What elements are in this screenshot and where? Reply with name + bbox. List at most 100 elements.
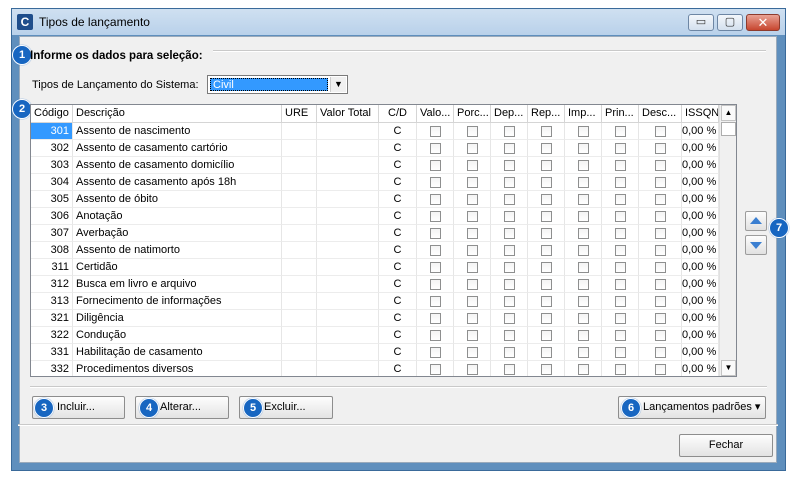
cell-prin[interactable] bbox=[602, 310, 639, 327]
checkbox[interactable] bbox=[504, 126, 515, 137]
checkbox[interactable] bbox=[655, 126, 666, 137]
table-row[interactable]: 306 Anotação C 0,00 % bbox=[31, 208, 719, 225]
checkbox[interactable] bbox=[467, 364, 478, 375]
cell-prin[interactable] bbox=[602, 191, 639, 208]
table-row[interactable]: 311 Certidão C 0,00 % bbox=[31, 259, 719, 276]
cell-porc[interactable] bbox=[454, 157, 491, 174]
title-bar[interactable]: C Tipos de lançamento ▭ ▢ ✕ bbox=[12, 9, 785, 35]
cell-rep[interactable] bbox=[528, 293, 565, 310]
table-row[interactable]: 301 Assento de nascimento C 0,00 % bbox=[31, 123, 719, 140]
cell-issqn[interactable]: 0,00 % bbox=[682, 344, 719, 361]
cell-valor-total[interactable] bbox=[317, 208, 379, 225]
checkbox[interactable] bbox=[541, 228, 552, 239]
checkbox[interactable] bbox=[578, 126, 589, 137]
checkbox[interactable] bbox=[504, 245, 515, 256]
cell-prin[interactable] bbox=[602, 293, 639, 310]
cell-cd[interactable]: C bbox=[379, 225, 417, 242]
cell-dep[interactable] bbox=[491, 225, 528, 242]
checkbox[interactable] bbox=[467, 313, 478, 324]
cell-rep[interactable] bbox=[528, 361, 565, 376]
cell-dep[interactable] bbox=[491, 361, 528, 376]
cell-desc[interactable] bbox=[639, 123, 682, 140]
table-row[interactable]: 312 Busca em livro e arquivo C 0,00 % bbox=[31, 276, 719, 293]
checkbox[interactable] bbox=[655, 228, 666, 239]
cell-dep[interactable] bbox=[491, 276, 528, 293]
cell-codigo[interactable]: 308 bbox=[31, 242, 73, 259]
cell-rep[interactable] bbox=[528, 310, 565, 327]
cell-imp[interactable] bbox=[565, 123, 602, 140]
checkbox[interactable] bbox=[467, 347, 478, 358]
checkbox[interactable] bbox=[541, 126, 552, 137]
cell-ure[interactable] bbox=[282, 191, 317, 208]
checkbox[interactable] bbox=[467, 177, 478, 188]
cell-codigo[interactable]: 305 bbox=[31, 191, 73, 208]
checkbox[interactable] bbox=[430, 313, 441, 324]
checkbox[interactable] bbox=[655, 279, 666, 290]
cell-descricao[interactable]: Assento de casamento cartório bbox=[73, 140, 282, 157]
cell-prin[interactable] bbox=[602, 208, 639, 225]
cell-ure[interactable] bbox=[282, 157, 317, 174]
checkbox[interactable] bbox=[578, 364, 589, 375]
cell-rep[interactable] bbox=[528, 327, 565, 344]
close-button[interactable]: ✕ bbox=[746, 14, 780, 31]
checkbox[interactable] bbox=[504, 262, 515, 273]
checkbox[interactable] bbox=[430, 228, 441, 239]
checkbox[interactable] bbox=[655, 330, 666, 341]
cell-desc[interactable] bbox=[639, 276, 682, 293]
col-header-dep[interactable]: Dep... bbox=[491, 105, 528, 122]
checkbox[interactable] bbox=[615, 347, 626, 358]
checkbox[interactable] bbox=[430, 296, 441, 307]
cell-codigo[interactable]: 303 bbox=[31, 157, 73, 174]
cell-valo[interactable] bbox=[417, 242, 454, 259]
cell-descricao[interactable]: Condução bbox=[73, 327, 282, 344]
maximize-button[interactable]: ▢ bbox=[717, 14, 743, 31]
table-row[interactable]: 331 Habilitação de casamento C 0,00 % bbox=[31, 344, 719, 361]
checkbox[interactable] bbox=[467, 330, 478, 341]
cell-rep[interactable] bbox=[528, 242, 565, 259]
checkbox[interactable] bbox=[541, 177, 552, 188]
cell-issqn[interactable]: 0,00 % bbox=[682, 225, 719, 242]
cell-prin[interactable] bbox=[602, 344, 639, 361]
cell-desc[interactable] bbox=[639, 310, 682, 327]
cell-rep[interactable] bbox=[528, 225, 565, 242]
cell-descricao[interactable]: Anotação bbox=[73, 208, 282, 225]
cell-descricao[interactable]: Fornecimento de informações bbox=[73, 293, 282, 310]
cell-rep[interactable] bbox=[528, 344, 565, 361]
cell-codigo[interactable]: 307 bbox=[31, 225, 73, 242]
cell-valo[interactable] bbox=[417, 327, 454, 344]
cell-prin[interactable] bbox=[602, 242, 639, 259]
checkbox[interactable] bbox=[578, 330, 589, 341]
checkbox[interactable] bbox=[467, 262, 478, 273]
cell-codigo[interactable]: 322 bbox=[31, 327, 73, 344]
table-row[interactable]: 303 Assento de casamento domicílio C 0,00 % bbox=[31, 157, 719, 174]
checkbox[interactable] bbox=[541, 194, 552, 205]
checkbox[interactable] bbox=[615, 313, 626, 324]
cell-codigo[interactable]: 306 bbox=[31, 208, 73, 225]
cell-desc[interactable] bbox=[639, 225, 682, 242]
checkbox[interactable] bbox=[467, 211, 478, 222]
cell-valo[interactable] bbox=[417, 310, 454, 327]
checkbox[interactable] bbox=[655, 262, 666, 273]
cell-prin[interactable] bbox=[602, 259, 639, 276]
cell-descricao[interactable]: Busca em livro e arquivo bbox=[73, 276, 282, 293]
cell-descricao[interactable]: Assento de casamento após 18h bbox=[73, 174, 282, 191]
checkbox[interactable] bbox=[541, 211, 552, 222]
cell-codigo[interactable]: 302 bbox=[31, 140, 73, 157]
cell-dep[interactable] bbox=[491, 157, 528, 174]
checkbox[interactable] bbox=[504, 228, 515, 239]
checkbox[interactable] bbox=[504, 177, 515, 188]
system-types-select[interactable]: Civil ▼ bbox=[207, 75, 348, 94]
grid-vertical-scrollbar[interactable]: ▲ ▼ bbox=[719, 105, 736, 376]
checkbox[interactable] bbox=[615, 296, 626, 307]
cell-descricao[interactable]: Assento de casamento domicílio bbox=[73, 157, 282, 174]
cell-porc[interactable] bbox=[454, 208, 491, 225]
checkbox[interactable] bbox=[541, 347, 552, 358]
checkbox[interactable] bbox=[430, 330, 441, 341]
cell-issqn[interactable]: 0,00 % bbox=[682, 140, 719, 157]
table-row[interactable]: 302 Assento de casamento cartório C 0,00 % bbox=[31, 140, 719, 157]
cell-valor-total[interactable] bbox=[317, 327, 379, 344]
cell-imp[interactable] bbox=[565, 293, 602, 310]
cell-rep[interactable] bbox=[528, 174, 565, 191]
checkbox[interactable] bbox=[578, 177, 589, 188]
checkbox[interactable] bbox=[504, 347, 515, 358]
